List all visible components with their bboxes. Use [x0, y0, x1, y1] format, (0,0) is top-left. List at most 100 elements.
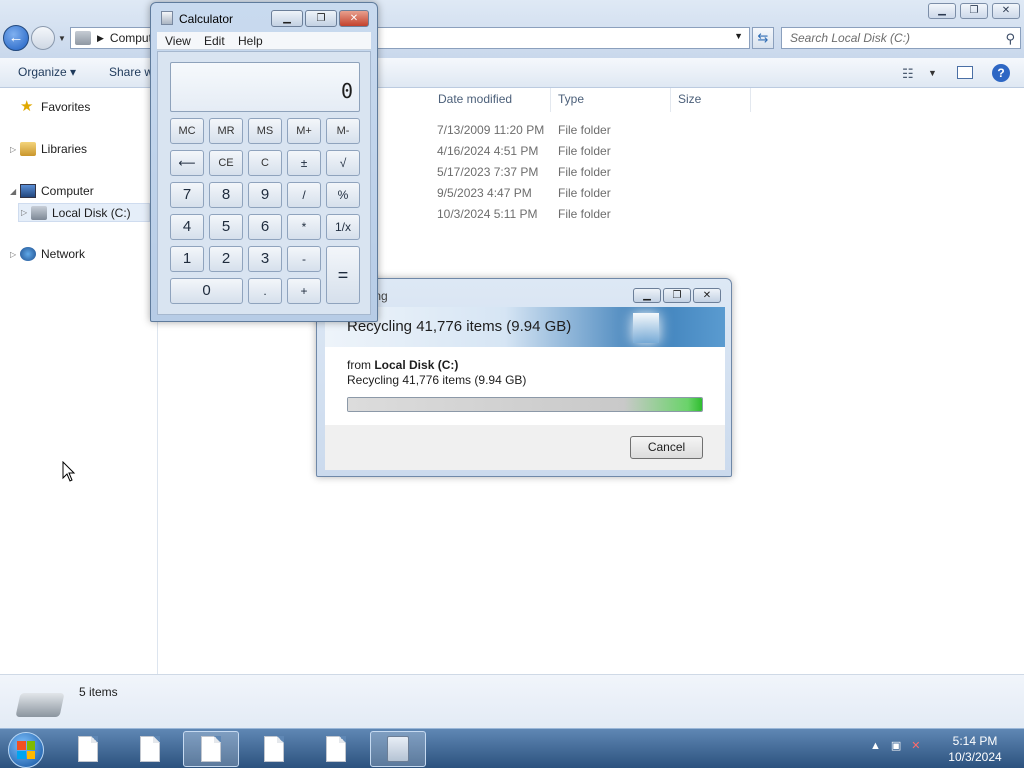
system-tray: ▲ ▣ ✕: [870, 739, 921, 753]
column-divider[interactable]: [670, 88, 671, 112]
key-mr[interactable]: MR: [209, 118, 243, 144]
collapse-arrow-icon[interactable]: ◢: [10, 187, 18, 196]
key-1[interactable]: 1: [170, 246, 204, 272]
key-c[interactable]: C: [248, 150, 282, 176]
minimize-button[interactable]: ▁: [633, 288, 661, 303]
show-hidden-icons-icon[interactable]: ▲: [870, 740, 881, 752]
expand-arrow-icon[interactable]: ▷: [10, 250, 18, 259]
source-location: Local Disk (C:): [374, 358, 459, 372]
menu-help[interactable]: Help: [238, 34, 263, 48]
key-4[interactable]: 4: [170, 214, 204, 240]
close-button[interactable]: ✕: [992, 3, 1020, 19]
column-date-modified[interactable]: Date modified: [438, 92, 512, 106]
type-cell: File folder: [558, 207, 611, 221]
minimize-button[interactable]: ▁: [271, 10, 303, 27]
taskbar-item[interactable]: [60, 731, 116, 767]
chevron-down-icon[interactable]: ▼: [928, 68, 937, 78]
key-sqrt[interactable]: √: [326, 150, 360, 176]
type-cell: File folder: [558, 165, 611, 179]
start-button[interactable]: [8, 732, 44, 768]
close-button[interactable]: ✕: [339, 10, 369, 27]
column-type[interactable]: Type: [558, 92, 584, 106]
organize-button[interactable]: Organize ▾: [18, 65, 76, 79]
search-icon[interactable]: ⚲: [1005, 29, 1015, 49]
forward-button[interactable]: [31, 26, 55, 50]
taskbar-item[interactable]: [246, 731, 302, 767]
chevron-down-icon[interactable]: ▼: [734, 31, 743, 41]
chevron-right-icon[interactable]: ▶: [97, 33, 104, 44]
recent-pages-dropdown[interactable]: ▼: [58, 34, 66, 43]
computer-icon: [75, 31, 91, 45]
drive-icon: [15, 693, 65, 717]
nav-item-local-disk[interactable]: ▷ Local Disk (C:): [18, 203, 150, 222]
key-reciprocal[interactable]: 1/x: [326, 214, 360, 240]
taskbar-item[interactable]: [183, 731, 239, 767]
nav-label: Favorites: [41, 100, 91, 114]
nav-item-computer[interactable]: ◢ Computer: [10, 184, 94, 198]
nav-item-network[interactable]: ▷ Network: [10, 247, 85, 261]
taskbar-item[interactable]: [308, 731, 364, 767]
clock[interactable]: 5:14 PM 10/3/2024: [945, 733, 1005, 765]
expand-arrow-icon[interactable]: ▷: [10, 145, 18, 154]
clock-date: 10/3/2024: [948, 750, 1002, 764]
navigation-pane: ★ Favorites ▷ Libraries ◢ Computer ▷ Loc…: [0, 88, 158, 674]
windows-logo-icon: [17, 741, 35, 759]
menu-view[interactable]: View: [165, 34, 191, 48]
key-mc[interactable]: MC: [170, 118, 204, 144]
maximize-button[interactable]: ❐: [960, 3, 988, 19]
key-subtract[interactable]: -: [287, 246, 321, 272]
key-8[interactable]: 8: [209, 182, 243, 208]
from-label: from: [347, 358, 371, 372]
dialog-heading: Recycling 41,776 items (9.94 GB): [347, 318, 572, 335]
maximize-button[interactable]: ❐: [305, 10, 337, 27]
volume-muted-icon[interactable]: ✕: [911, 739, 920, 752]
close-button[interactable]: ✕: [693, 288, 721, 303]
nav-item-libraries[interactable]: ▷ Libraries: [10, 142, 87, 156]
column-divider[interactable]: [750, 88, 751, 112]
nav-label: Local Disk (C:): [52, 205, 131, 220]
key-ce[interactable]: CE: [209, 150, 243, 176]
taskbar-item[interactable]: [122, 731, 178, 767]
help-icon[interactable]: ?: [992, 64, 1010, 82]
type-cell: File folder: [558, 144, 611, 158]
maximize-button[interactable]: ❐: [663, 288, 691, 303]
key-6[interactable]: 6: [248, 214, 282, 240]
column-size[interactable]: Size: [678, 92, 701, 106]
progress-bar-fill: [348, 398, 702, 411]
calculator-menu-bar: View Edit Help: [157, 32, 371, 50]
search-input[interactable]: Search Local Disk (C:) ⚲: [781, 27, 1021, 49]
cancel-button[interactable]: Cancel: [630, 436, 703, 459]
preview-pane-icon[interactable]: [957, 66, 973, 79]
network-status-icon[interactable]: ▣: [891, 739, 901, 752]
refresh-button[interactable]: ⇆: [752, 27, 774, 49]
key-9[interactable]: 9: [248, 182, 282, 208]
key-percent[interactable]: %: [326, 182, 360, 208]
key-m-plus[interactable]: M+: [287, 118, 321, 144]
key-2[interactable]: 2: [209, 246, 243, 272]
key-divide[interactable]: /: [287, 182, 321, 208]
key-3[interactable]: 3: [248, 246, 282, 272]
expand-arrow-icon[interactable]: ▷: [21, 208, 29, 217]
key-7[interactable]: 7: [170, 182, 204, 208]
key-m-minus[interactable]: M-: [326, 118, 360, 144]
dialog-caption-buttons: ▁ ❐ ✕: [631, 288, 721, 303]
document-icon: [140, 736, 160, 762]
key-5[interactable]: 5: [209, 214, 243, 240]
calculator-window: Calculator ▁ ❐ ✕ View Edit Help 0 MC MR …: [150, 2, 378, 322]
key-backspace[interactable]: ⟵: [170, 150, 204, 176]
key-plus-minus[interactable]: ±: [287, 150, 321, 176]
minimize-button[interactable]: ▁: [928, 3, 956, 19]
column-divider[interactable]: [550, 88, 551, 112]
view-options-icon[interactable]: ☷: [902, 66, 914, 82]
key-equals[interactable]: =: [326, 246, 360, 304]
back-button[interactable]: ←: [3, 25, 29, 51]
nav-item-favorites[interactable]: ★ Favorites: [20, 99, 91, 114]
taskbar-item-calculator[interactable]: [370, 731, 426, 767]
nav-label: Libraries: [41, 142, 88, 156]
key-decimal[interactable]: .: [248, 278, 282, 304]
key-ms[interactable]: MS: [248, 118, 282, 144]
key-add[interactable]: +: [287, 278, 321, 304]
menu-edit[interactable]: Edit: [204, 34, 225, 48]
key-0[interactable]: 0: [170, 278, 243, 304]
key-multiply[interactable]: *: [287, 214, 321, 240]
